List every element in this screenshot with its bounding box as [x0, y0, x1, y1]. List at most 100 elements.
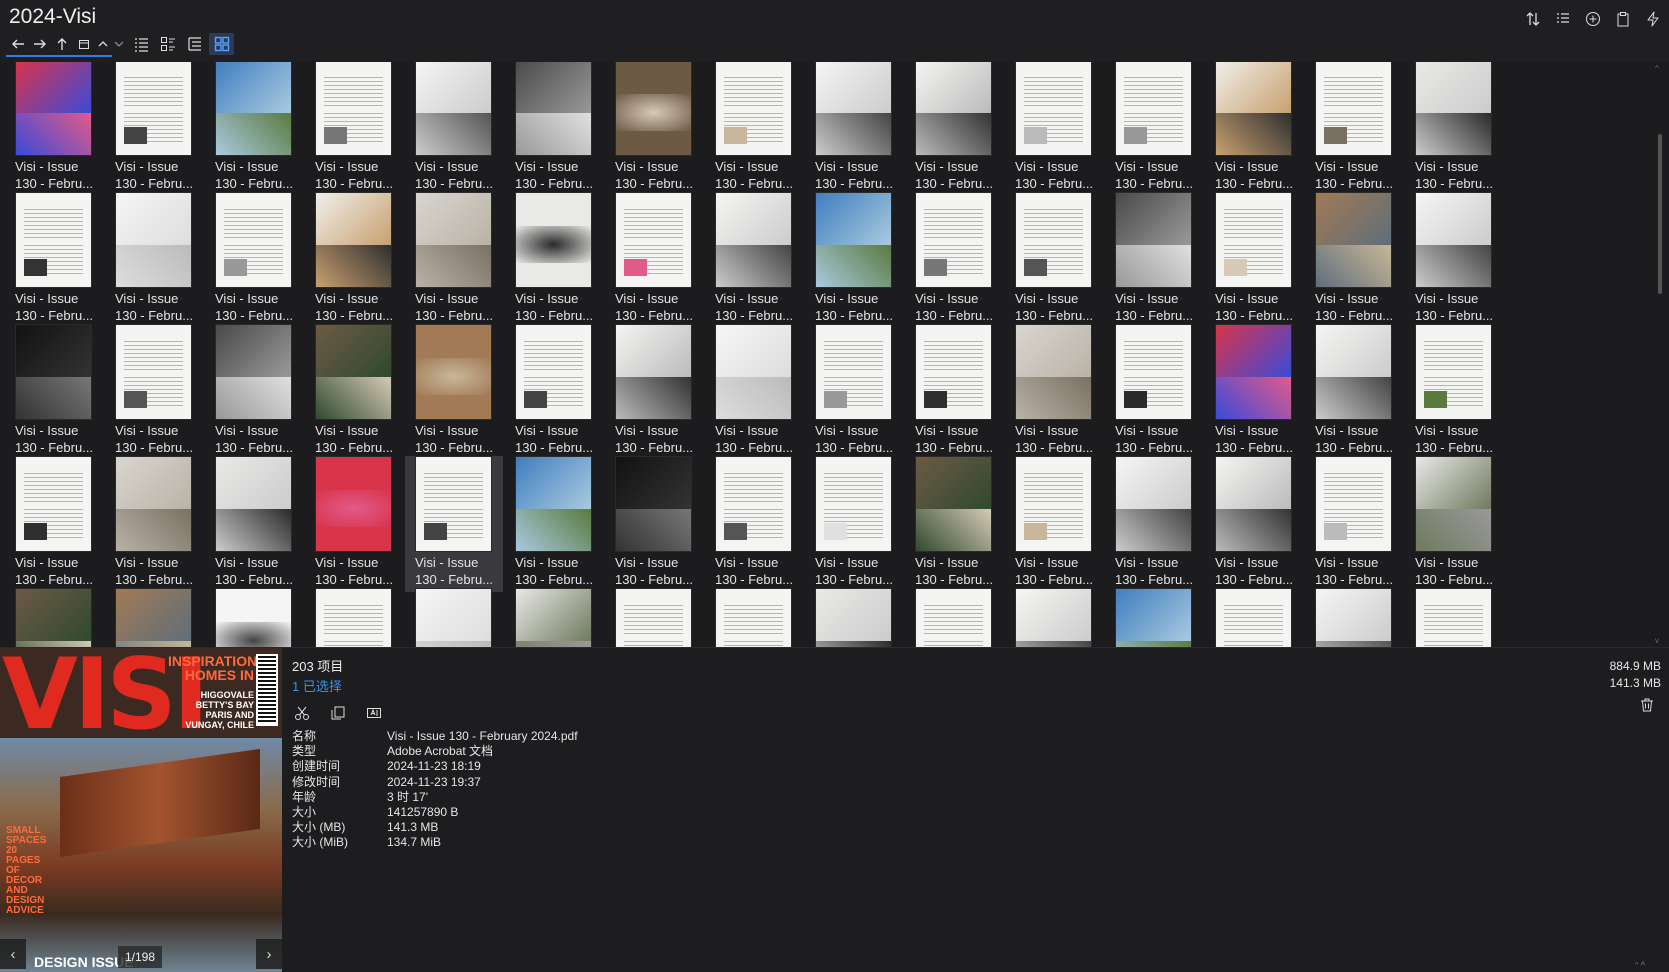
file-tile[interactable]: Visi - Issue 130 - Febru... — [705, 62, 803, 196]
file-tile[interactable]: Visi - Issue 130 - Febru... — [905, 62, 1003, 196]
file-tile[interactable]: Visi - Issue 130 - Febru... — [405, 456, 503, 592]
grid-scrollbar[interactable]: ^ v — [1651, 62, 1669, 647]
file-tile[interactable]: Visi - Issue 130 - Febru... — [1105, 62, 1203, 196]
file-tile[interactable]: Visi - Issue 130 - Febru... — [1105, 324, 1203, 460]
quick-action-button[interactable] — [1643, 9, 1663, 29]
sort-button[interactable] — [1523, 9, 1543, 29]
paste-button[interactable] — [1613, 9, 1633, 29]
copy-button[interactable] — [328, 703, 348, 723]
options-list-button[interactable] — [1553, 9, 1573, 29]
file-tile[interactable]: Visi - Issue 130 - Febru... — [1305, 324, 1403, 460]
file-tile[interactable] — [1005, 588, 1103, 647]
file-tile[interactable]: Visi - Issue 130 - Febru... — [1005, 192, 1103, 328]
file-tile[interactable]: Visi - Issue 130 - Febru... — [905, 192, 1003, 328]
file-tile[interactable]: Visi - Issue 130 - Febru... — [1305, 192, 1403, 328]
selected-count[interactable]: 1 已选择 — [292, 676, 578, 695]
file-tile[interactable] — [405, 588, 503, 647]
rename-button[interactable] — [364, 703, 384, 723]
delete-button[interactable] — [1639, 697, 1655, 718]
back-button[interactable] — [8, 33, 28, 55]
forward-button[interactable] — [30, 33, 50, 55]
file-tile[interactable]: Visi - Issue 130 - Febru... — [1205, 192, 1303, 328]
file-tile[interactable]: Visi - Issue 130 - Febru... — [205, 62, 303, 196]
file-tile[interactable]: Visi - Issue 130 - Febru... — [1405, 62, 1503, 196]
file-tile[interactable]: Visi - Issue 130 - Febru... — [1205, 324, 1303, 460]
history-button[interactable] — [74, 33, 94, 55]
scroll-up-icon[interactable]: ^ — [1655, 64, 1659, 73]
file-tile[interactable]: Visi - Issue 130 - Febru... — [1305, 456, 1403, 592]
thumbnail-view-button[interactable] — [209, 33, 234, 55]
list-view-button[interactable] — [155, 33, 180, 55]
preview-next-button[interactable]: › — [256, 939, 282, 969]
file-tile[interactable]: Visi - Issue 130 - Febru... — [5, 324, 103, 460]
file-tile[interactable] — [705, 588, 803, 647]
file-tile[interactable]: Visi - Issue 130 - Febru... — [205, 456, 303, 592]
file-tile[interactable]: Visi - Issue 130 - Febru... — [905, 324, 1003, 460]
file-tile[interactable] — [1105, 588, 1203, 647]
file-tile[interactable]: Visi - Issue 130 - Febru... — [205, 324, 303, 460]
file-tile[interactable]: Visi - Issue 130 - Febru... — [305, 456, 403, 592]
file-tile[interactable]: Visi - Issue 130 - Febru... — [405, 192, 503, 328]
file-grid[interactable]: Visi - Issue 130 - Febru... Visi - Issue 13… — [0, 62, 1651, 647]
file-tile[interactable]: Visi - Issue 130 - Febru... — [605, 192, 703, 328]
file-tile[interactable]: Visi - Issue 130 - Febru... — [405, 62, 503, 196]
file-tile[interactable]: Visi - Issue 130 - Febru... — [1005, 324, 1103, 460]
cut-button[interactable] — [292, 703, 312, 723]
file-tile[interactable]: Visi - Issue 130 - Febru... — [905, 456, 1003, 592]
file-tile[interactable]: Visi - Issue 130 - Febru... — [1205, 62, 1303, 196]
file-tile[interactable]: Visi - Issue 130 - Febru... — [805, 324, 903, 460]
file-tile[interactable]: Visi - Issue 130 - Febru... — [805, 192, 903, 328]
file-tile[interactable]: Visi - Issue 130 - Febru... — [705, 456, 803, 592]
file-tile[interactable]: Visi - Issue 130 - Febru... — [5, 62, 103, 196]
file-tile[interactable]: Visi - Issue 130 - Febru... — [1205, 456, 1303, 592]
file-tile[interactable]: Visi - Issue 130 - Febru... — [805, 456, 903, 592]
file-tile[interactable] — [805, 588, 903, 647]
file-tile[interactable]: Visi - Issue 130 - Febru... — [705, 324, 803, 460]
file-tile[interactable]: Visi - Issue 130 - Febru... — [5, 192, 103, 328]
file-tile[interactable]: Visi - Issue 130 - Febru... — [405, 324, 503, 460]
expand-button[interactable] — [112, 33, 126, 55]
file-tile[interactable] — [305, 588, 403, 647]
file-tile[interactable] — [205, 588, 303, 647]
file-tile[interactable] — [5, 588, 103, 647]
file-tile[interactable]: Visi - Issue 130 - Febru... — [1405, 192, 1503, 328]
file-tile[interactable]: Visi - Issue 130 - Febru... — [305, 192, 403, 328]
scroll-thumb[interactable] — [1658, 134, 1662, 294]
file-tile[interactable]: Visi - Issue 130 - Febru... — [1105, 192, 1203, 328]
file-tile[interactable] — [1205, 588, 1303, 647]
file-tile[interactable] — [605, 588, 703, 647]
file-tile[interactable]: Visi - Issue 130 - Febru... — [1405, 324, 1503, 460]
collapse-button[interactable] — [96, 33, 110, 55]
file-tile[interactable]: Visi - Issue 130 - Febru... — [505, 62, 603, 196]
file-tile[interactable]: Visi - Issue 130 - Febru... — [105, 456, 203, 592]
new-button[interactable] — [1583, 9, 1603, 29]
file-tile[interactable] — [1305, 588, 1403, 647]
file-tile[interactable]: Visi - Issue 130 - Febru... — [605, 62, 703, 196]
file-tile[interactable]: Visi - Issue 130 - Febru... — [805, 62, 903, 196]
up-button[interactable] — [52, 33, 72, 55]
file-tile[interactable]: Visi - Issue 130 - Febru... — [1405, 456, 1503, 592]
tree-view-button[interactable] — [182, 33, 207, 55]
file-tile[interactable]: Visi - Issue 130 - Febru... — [705, 192, 803, 328]
file-tile[interactable]: Visi - Issue 130 - Febru... — [505, 192, 603, 328]
scroll-down-icon[interactable]: v — [1655, 636, 1659, 645]
file-tile[interactable]: Visi - Issue 130 - Febru... — [1005, 62, 1103, 196]
file-tile[interactable]: Visi - Issue 130 - Febru... — [1005, 456, 1103, 592]
file-tile[interactable] — [1405, 588, 1503, 647]
file-tile[interactable]: Visi - Issue 130 - Febru... — [1105, 456, 1203, 592]
file-tile[interactable]: Visi - Issue 130 - Febru... — [305, 62, 403, 196]
file-tile[interactable]: Visi - Issue 130 - Febru... — [5, 456, 103, 592]
file-tile[interactable] — [905, 588, 1003, 647]
file-tile[interactable]: Visi - Issue 130 - Febru... — [1305, 62, 1403, 196]
file-tile[interactable]: Visi - Issue 130 - Febru... — [305, 324, 403, 460]
file-tile[interactable]: Visi - Issue 130 - Febru... — [105, 324, 203, 460]
file-tile[interactable]: Visi - Issue 130 - Febru... — [605, 324, 703, 460]
file-tile[interactable]: Visi - Issue 130 - Febru... — [105, 192, 203, 328]
file-tile[interactable]: Visi - Issue 130 - Febru... — [605, 456, 703, 592]
file-tile[interactable]: Visi - Issue 130 - Febru... — [505, 324, 603, 460]
file-tile[interactable]: Visi - Issue 130 - Febru... — [105, 62, 203, 196]
details-view-button[interactable] — [128, 33, 153, 55]
file-tile[interactable] — [505, 588, 603, 647]
file-tile[interactable]: Visi - Issue 130 - Febru... — [205, 192, 303, 328]
file-tile[interactable]: Visi - Issue 130 - Febru... — [505, 456, 603, 592]
